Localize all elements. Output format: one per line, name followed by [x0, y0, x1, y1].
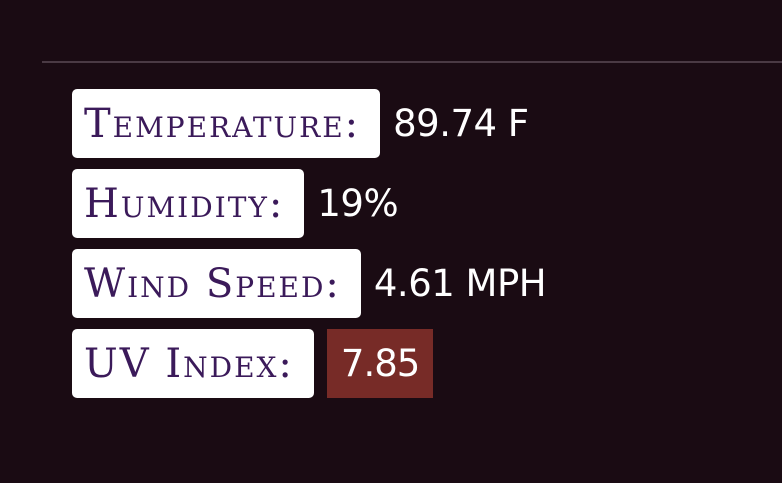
humidity-label: Humidity:	[72, 169, 305, 238]
humidity-row: Humidity: 19%	[72, 169, 546, 238]
uv-index-label: UV Index:	[72, 329, 314, 398]
wind-speed-row: Wind Speed: 4.61 MPH	[72, 249, 547, 318]
temperature-label: Temperature:	[72, 89, 381, 158]
uv-index-row: UV Index: 7.85	[72, 329, 546, 398]
temperature-value: 89.74 F	[393, 102, 529, 145]
humidity-value: 19%	[317, 182, 399, 225]
temperature-row: Temperature: 89.74 F	[72, 89, 546, 158]
wind-speed-label: Wind Speed:	[72, 249, 361, 318]
weather-panel: Temperature: 89.74 F Humidity: 19% Wind …	[0, 0, 782, 483]
divider	[42, 61, 782, 63]
uv-index-badge: 7.85	[326, 329, 434, 398]
weather-stats: Temperature: 89.74 F Humidity: 19% Wind …	[72, 89, 547, 398]
wind-speed-value: 4.61 MPH	[373, 262, 547, 305]
